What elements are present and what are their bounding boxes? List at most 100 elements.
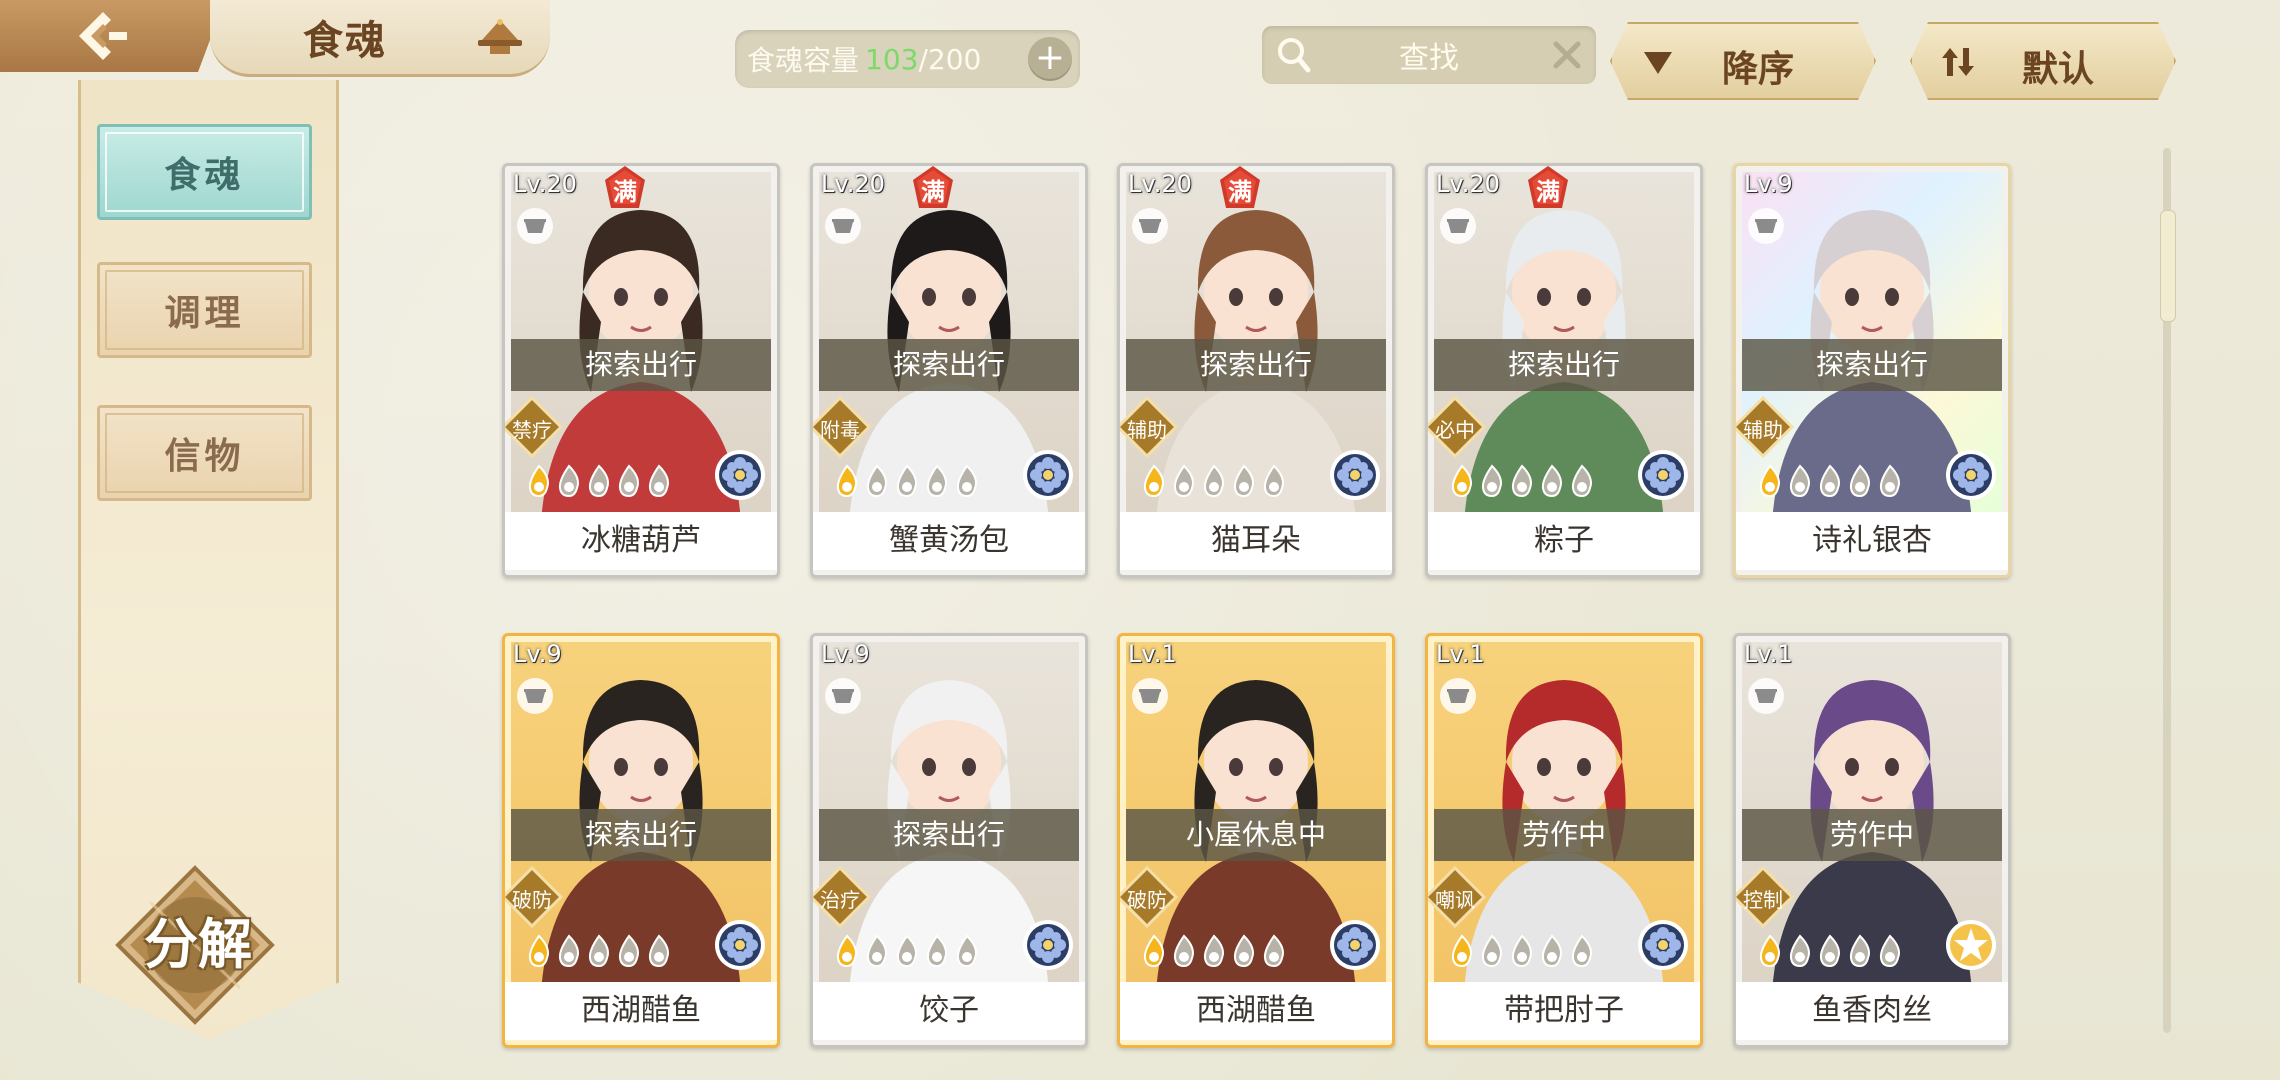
star-rating xyxy=(1756,934,1904,968)
food-soul-card[interactable]: Lv.20 满 探索出行 辅助 猫耳朵 xyxy=(1117,163,1395,578)
star-rating xyxy=(1140,934,1288,968)
decompose-label: 分解 xyxy=(144,912,252,976)
flame-star-icon xyxy=(1481,464,1502,498)
cup-icon xyxy=(1748,208,1784,244)
sort-order-button[interactable]: 降序 xyxy=(1610,22,1876,100)
cup-icon xyxy=(517,678,553,714)
food-soul-card[interactable]: Lv.1 小屋休息中 破防 西湖醋鱼 xyxy=(1117,633,1395,1048)
sort-default-label: 默认 xyxy=(2022,49,2095,90)
food-soul-card[interactable]: Lv.9 探索出行 破防 西湖醋鱼 xyxy=(502,633,780,1048)
full-level-badge-icon xyxy=(605,166,645,208)
capacity-max: /200 xyxy=(918,42,982,76)
flame-star-icon xyxy=(956,464,977,498)
back-arrow-icon xyxy=(78,12,127,60)
flame-star-icon xyxy=(1789,934,1810,968)
sort-arrows-icon xyxy=(1940,44,1976,80)
flame-star-icon xyxy=(1481,934,1502,968)
star-rating xyxy=(1756,464,1904,498)
close-icon[interactable] xyxy=(1550,38,1584,72)
flame-star-icon xyxy=(1759,464,1780,498)
full-level-badge-icon xyxy=(913,166,953,208)
character-name: 带把肘子 xyxy=(1428,982,1700,1040)
character-name: 粽子 xyxy=(1428,512,1700,570)
star-orb-icon xyxy=(1946,920,1996,970)
level-label: Lv.1 xyxy=(1436,640,1485,668)
star-rating xyxy=(833,934,981,968)
search-box[interactable]: 查找 xyxy=(1262,26,1596,84)
full-level-badge-icon xyxy=(1220,166,1260,208)
flame-star-icon xyxy=(866,464,887,498)
tab-conditioning[interactable]: 调理 xyxy=(97,262,312,358)
flame-star-icon xyxy=(1143,464,1164,498)
level-label: Lv.9 xyxy=(513,640,562,668)
add-capacity-button[interactable]: + xyxy=(1028,37,1072,81)
food-soul-card[interactable]: Lv.1 劳作中 控制 鱼香肉丝 xyxy=(1733,633,2011,1048)
flame-star-icon xyxy=(1511,464,1532,498)
back-button[interactable] xyxy=(0,0,225,72)
level-label: Lv.20 xyxy=(513,170,577,198)
status-label: 探索出行 xyxy=(1126,339,1386,391)
flame-star-icon xyxy=(926,934,947,968)
food-soul-card[interactable]: Lv.20 满 探索出行 禁疗 冰糖葫芦 xyxy=(502,163,780,578)
character-name: 鱼香肉丝 xyxy=(1736,982,2008,1040)
cup-icon xyxy=(517,208,553,244)
flame-star-icon xyxy=(1143,934,1164,968)
character-name: 猫耳朵 xyxy=(1120,512,1392,570)
food-soul-card[interactable]: Lv.9 探索出行 治疗 饺子 xyxy=(810,633,1088,1048)
type-tag-icon xyxy=(1120,866,1178,928)
cup-icon xyxy=(1748,678,1784,714)
cup-icon xyxy=(825,208,861,244)
tab-food-soul-label: 食魂 xyxy=(164,154,245,196)
flame-star-icon xyxy=(618,464,639,498)
food-soul-card[interactable]: Lv.9 探索出行 辅助 诗礼银杏 xyxy=(1733,163,2011,578)
flame-star-icon xyxy=(1173,934,1194,968)
level-label: Lv.1 xyxy=(1128,640,1177,668)
flower-orb-icon xyxy=(1330,920,1380,970)
capacity-label: 食魂容量 xyxy=(747,44,860,77)
flower-orb-icon xyxy=(1330,450,1380,500)
food-soul-card[interactable]: Lv.20 满 探索出行 附毒 蟹黄汤包 xyxy=(810,163,1088,578)
food-soul-card[interactable]: Lv.1 劳作中 嘲讽 带把肘子 xyxy=(1425,633,1703,1048)
hat-icon[interactable] xyxy=(472,16,528,58)
flame-star-icon xyxy=(1849,934,1870,968)
status-label: 劳作中 xyxy=(1742,809,2002,861)
flame-star-icon xyxy=(528,464,549,498)
capacity-display: 食魂容量 103 /200 + xyxy=(735,30,1080,88)
status-label: 探索出行 xyxy=(1742,339,2002,391)
flame-star-icon xyxy=(1789,464,1810,498)
status-label: 探索出行 xyxy=(511,339,771,391)
tab-token[interactable]: 信物 xyxy=(97,405,312,501)
flower-orb-icon xyxy=(1946,450,1996,500)
food-soul-card[interactable]: Lv.20 满 探索出行 必中 粽子 xyxy=(1425,163,1703,578)
character-name: 冰糖葫芦 xyxy=(505,512,777,570)
star-rating xyxy=(1140,464,1288,498)
type-tag-icon xyxy=(1428,396,1486,458)
flame-star-icon xyxy=(1263,934,1284,968)
search-input[interactable]: 查找 xyxy=(1262,33,1596,77)
level-label: Lv.9 xyxy=(1744,170,1793,198)
tab-food-soul[interactable]: 食魂 xyxy=(97,124,312,220)
tab-conditioning-label: 调理 xyxy=(164,292,245,334)
flame-star-icon xyxy=(558,464,579,498)
flower-orb-icon xyxy=(1023,920,1073,970)
flame-star-icon xyxy=(896,934,917,968)
flame-star-icon xyxy=(588,464,609,498)
triangle-down-icon xyxy=(1640,44,1676,80)
flower-orb-icon xyxy=(715,450,765,500)
sort-default-button[interactable]: 默认 xyxy=(1910,22,2176,100)
flame-star-icon xyxy=(1203,464,1224,498)
cup-icon xyxy=(1440,208,1476,244)
flame-star-icon xyxy=(1203,934,1224,968)
flame-star-icon xyxy=(836,934,857,968)
star-rating xyxy=(1448,934,1596,968)
level-label: Lv.9 xyxy=(821,640,870,668)
flame-star-icon xyxy=(1511,934,1532,968)
cup-icon xyxy=(1440,678,1476,714)
character-name: 饺子 xyxy=(813,982,1085,1040)
flame-star-icon xyxy=(528,934,549,968)
scrollbar-thumb[interactable] xyxy=(2160,210,2176,322)
flame-star-icon xyxy=(1451,934,1472,968)
flower-orb-icon xyxy=(1638,920,1688,970)
type-tag-icon xyxy=(1428,866,1486,928)
flame-star-icon xyxy=(896,464,917,498)
